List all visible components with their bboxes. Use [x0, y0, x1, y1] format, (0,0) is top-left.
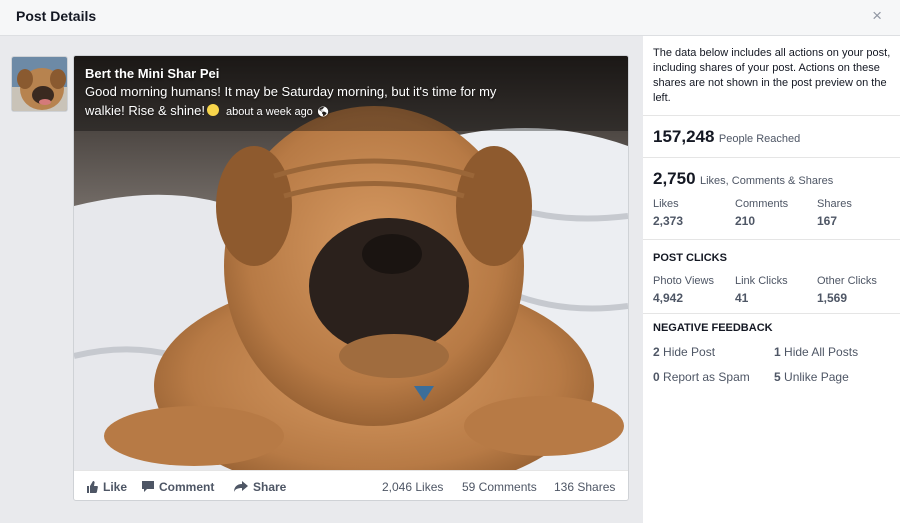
share-arrow-icon — [234, 481, 248, 492]
likes-count[interactable]: 2,046 Likes — [382, 480, 443, 494]
comment-label: Comment — [159, 480, 215, 494]
negative-feedback-section: NEGATIVE FEEDBACK 2 Hide Post 1 Hide All… — [643, 314, 900, 394]
insights-description: The data below includes all actions on y… — [653, 47, 891, 104]
dialog-title: Post Details — [16, 8, 97, 24]
report-spam-count: 0 — [653, 370, 660, 384]
post-photo[interactable]: Bert the Mini Shar Pei Good morning huma… — [74, 56, 628, 470]
like-label: Like — [103, 480, 128, 494]
post-message-line2-wrap: walkie! Rise & shine! about a week ago 🌎︎ — [85, 101, 605, 122]
reach-row: 157,248 People Reached — [653, 127, 800, 147]
post-clicks-heading: POST CLICKS — [653, 252, 727, 264]
share-label: Share — [253, 480, 287, 494]
post-actions-bar: Like Comment Share 2,046 Likes 59 Commen… — [74, 470, 628, 500]
other-clicks-value: 1,569 — [817, 291, 848, 305]
unlike-page-label: Unlike Page — [784, 370, 849, 384]
report-spam-stat: 0 Report as Spam — [653, 370, 750, 384]
link-clicks-label: Link Clicks — [735, 275, 788, 287]
hide-all-posts-count: 1 — [774, 345, 781, 359]
engagement-likes-value: 2,373 — [653, 214, 684, 228]
thumbs-up-icon — [87, 481, 98, 493]
smile-emoji-icon — [206, 104, 219, 116]
engagement-shares-value: 167 — [817, 214, 838, 228]
comment-button[interactable]: Comment — [142, 480, 214, 494]
engagement-value: 2,750 — [653, 169, 696, 188]
post-message-line2: walkie! Rise & shine! — [85, 103, 205, 118]
reach-value: 157,248 — [653, 127, 715, 146]
shares-count[interactable]: 136 Shares — [554, 480, 615, 494]
post-clicks-section: POST CLICKS Photo Views 4,942 Link Click… — [643, 240, 900, 314]
hide-post-stat: 2 Hide Post — [653, 345, 715, 359]
post-timestamp[interactable]: about a week ago — [226, 106, 313, 118]
dialog-header: Post Details × — [0, 0, 900, 36]
engagement-label: Likes, Comments & Shares — [700, 175, 834, 187]
close-icon[interactable]: × — [872, 7, 882, 25]
engagement-comments-value: 210 — [735, 214, 756, 228]
hide-post-count: 2 — [653, 345, 660, 359]
engagement-likes-label: Likes — [653, 198, 679, 210]
unlike-page-count: 5 — [774, 370, 781, 384]
insights-description-section: The data below includes all actions on y… — [643, 36, 900, 116]
engagement-shares-label: Shares — [817, 198, 852, 210]
hide-post-label: Hide Post — [663, 345, 716, 359]
page-name[interactable]: Bert the Mini Shar Pei — [85, 65, 605, 82]
photo-views-value: 4,942 — [653, 291, 684, 305]
share-button[interactable]: Share — [234, 480, 286, 494]
reach-label: People Reached — [718, 133, 801, 145]
like-button[interactable]: Like — [86, 480, 127, 494]
post-overlay: Bert the Mini Shar Pei Good morning huma… — [85, 65, 605, 122]
engagement-comments-label: Comments — [735, 198, 789, 210]
insights-pane: The data below includes all actions on y… — [643, 36, 900, 523]
globe-icon: 🌎︎ — [316, 107, 330, 118]
negative-feedback-heading: NEGATIVE FEEDBACK — [653, 322, 773, 334]
engagement-row: 2,750 Likes, Comments & Shares — [653, 169, 833, 189]
comments-count[interactable]: 59 Comments — [462, 480, 537, 494]
photo-views-label: Photo Views — [653, 275, 714, 287]
report-spam-label: Report as Spam — [663, 370, 750, 384]
unlike-page-stat: 5 Unlike Page — [774, 370, 849, 384]
post-message-line1: Good morning humans! It may be Saturday … — [85, 84, 497, 99]
page-avatar[interactable] — [11, 56, 68, 112]
comment-icon — [142, 481, 154, 492]
reach-section: 157,248 People Reached — [643, 116, 900, 158]
hide-all-posts-stat: 1 Hide All Posts — [774, 345, 858, 359]
engagement-section: 2,750 Likes, Comments & Shares Likes 2,3… — [643, 158, 900, 240]
hide-all-posts-label: Hide All Posts — [784, 345, 859, 359]
other-clicks-label: Other Clicks — [817, 275, 877, 287]
link-clicks-value: 41 — [735, 291, 749, 305]
post-card: Bert the Mini Shar Pei Good morning huma… — [73, 55, 629, 501]
